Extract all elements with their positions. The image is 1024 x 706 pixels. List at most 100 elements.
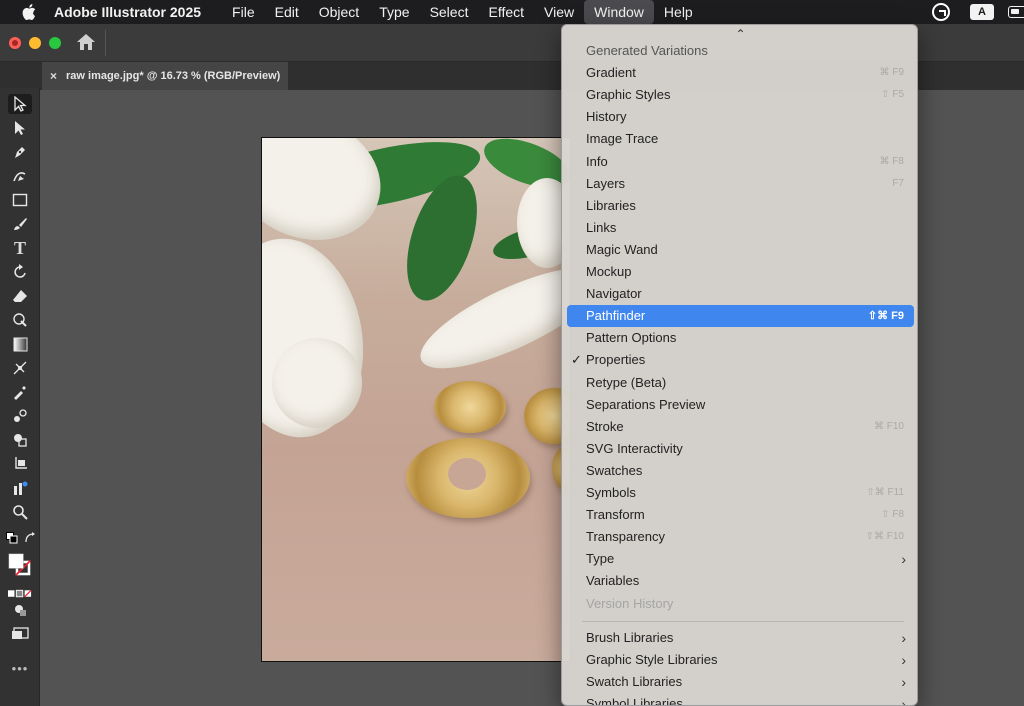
rotate-tool-icon[interactable] [8,262,32,282]
menu-item-label: Layers [586,175,626,191]
menu-item-separations-preview[interactable]: Separations Preview [567,394,914,416]
artboard-tool-icon[interactable] [8,454,32,474]
pen-tool-icon[interactable] [8,142,32,162]
more-tools-icon[interactable]: ••• [8,658,32,678]
chevron-right-icon: › [901,551,906,568]
close-tab-icon[interactable]: × [50,62,57,90]
menu-item-generated-variations[interactable]: Generated Variations [567,40,914,62]
menu-item-graphic-style-libraries[interactable]: Graphic Style Libraries › [567,649,914,671]
menu-item-mockup[interactable]: Mockup [567,261,914,283]
menu-item-magic-wand[interactable]: Magic Wand [567,239,914,261]
direct-selection-tool-icon[interactable] [8,118,32,138]
menu-item-layers[interactable]: Layers F7 [567,173,914,195]
menu-item-label: Brush Libraries [586,629,674,645]
artboard-image[interactable] [261,137,571,662]
menu-item-label: Generated Variations [586,43,708,58]
screen-mode-icon[interactable] [8,624,32,644]
menu-object[interactable]: Object [309,0,369,24]
menu-item-label: Variables [586,573,640,589]
eyedropper-tool-icon[interactable] [8,382,32,402]
menu-item-gradient[interactable]: Gradient ⌘ F9 [567,62,914,84]
keyboard-shortcut: ⌘ F10 [873,420,904,432]
checkmark-icon: ✓ [571,352,582,368]
earring-top [434,381,506,433]
input-source-icon[interactable]: A [970,4,994,20]
window-menu-dropdown: ⌃ Generated Variations Gradient ⌘ F9 Graphi… [561,24,918,706]
paintbrush-tool-icon[interactable] [8,214,32,234]
battery-icon[interactable] [1008,6,1024,18]
menu-item-label: Stroke [586,418,624,434]
mesh-tool-icon[interactable] [8,358,32,378]
menu-item-variables[interactable]: Variables [567,570,914,592]
menu-item-graphic-styles[interactable]: Graphic Styles ⇧ F5 [567,84,914,106]
menu-item-label: SVG Interactivity [586,440,683,456]
menu-select[interactable]: Select [420,0,479,24]
swap-fill-stroke-icon[interactable] [22,528,38,548]
menu-item-label: Retype (Beta) [586,374,667,390]
menu-effect[interactable]: Effect [478,0,534,24]
menu-item-label: Symbols [586,485,636,500]
selection-tool-icon[interactable] [8,94,32,114]
chart-tool-icon[interactable] [8,478,32,498]
fill-stroke-swatch[interactable] [8,550,32,580]
menu-item-transparency[interactable]: Transparency ⇧⌘ F10 [567,526,914,548]
menu-item-links[interactable]: Links [567,217,914,239]
menu-item-libraries[interactable]: Libraries [567,195,914,217]
menu-item-label: Info [586,153,608,169]
apple-icon[interactable] [20,4,38,20]
blend-tool-icon[interactable] [8,406,32,426]
zoom-tool-icon[interactable] [8,502,32,522]
menu-type[interactable]: Type [369,0,419,24]
menu-item-properties[interactable]: ✓ Properties [567,349,914,371]
close-window-button[interactable] [9,37,21,49]
rectangle-tool-icon[interactable] [8,190,32,210]
document-tab[interactable]: × raw image.jpg* @ 16.73 % (RGB/Preview) [42,62,288,90]
menu-item-info[interactable]: Info ⌘ F8 [567,151,914,173]
menu-item-brush-libraries[interactable]: Brush Libraries › [567,627,914,649]
draw-mode-icon[interactable] [8,600,32,620]
curvature-tool-icon[interactable] [8,166,32,186]
keyboard-shortcut: ⇧ F8 [881,509,904,521]
menu-item-swatches[interactable]: Swatches [567,460,914,482]
menu-item-label: Magic Wand [586,241,658,257]
menu-item-pattern-options[interactable]: Pattern Options [567,327,914,349]
menu-help[interactable]: Help [654,0,703,24]
petal-shape [272,338,362,428]
menu-view[interactable]: View [534,0,584,24]
menu-item-pathfinder[interactable]: Pathfinder ⇧⌘ F9 [567,305,914,328]
minimize-window-button[interactable] [29,37,41,49]
menu-item-swatch-libraries[interactable]: Swatch Libraries › [567,671,914,693]
menu-item-symbol-libraries[interactable]: Symbol Libraries › [567,693,914,705]
keyboard-shortcut: ⌘ F9 [879,67,904,79]
home-icon[interactable] [76,33,96,51]
keyboard-shortcut: ⇧⌘ F11 [866,487,904,498]
chevron-right-icon: › [901,651,906,668]
menu-item-label: Pattern Options [586,330,677,346]
zoom-window-button[interactable] [49,37,61,49]
menu-item-stroke[interactable]: Stroke ⌘ F10 [567,416,914,438]
menu-item-label: Transform [586,507,645,523]
menu-item-label: Navigator [586,286,642,302]
menu-item-navigator[interactable]: Navigator [567,283,914,305]
menu-item-transform[interactable]: Transform ⇧ F8 [567,504,914,526]
menu-edit[interactable]: Edit [265,0,309,24]
type-tool-icon[interactable]: T [8,238,32,258]
menu-item-symbols[interactable]: Symbols ⇧⌘ F11 [567,482,914,504]
menu-item-history[interactable]: History [567,106,914,128]
menu-window[interactable]: Window [584,0,654,24]
eraser-tool-icon[interactable] [8,286,32,306]
menu-item-svg-interactivity[interactable]: SVG Interactivity [567,438,914,460]
menu-item-image-trace[interactable]: Image Trace [567,128,914,150]
menu-file[interactable]: File [222,0,265,24]
document-tab-title: raw image.jpg* @ 16.73 % (RGB/Preview) [66,70,281,82]
menu-item-retype-beta[interactable]: Retype (Beta) [567,372,914,394]
menu-item-version-history: Version History [567,593,914,615]
gradient-tool-icon[interactable] [8,334,32,354]
puppet-warp-tool-icon[interactable] [8,310,32,330]
shape-builder-tool-icon[interactable] [8,430,32,450]
grammarly-icon[interactable] [932,3,950,21]
menu-item-type[interactable]: Type › [567,548,914,570]
default-fill-stroke-icon[interactable] [4,528,20,548]
app-name-menu[interactable]: Adobe Illustrator 2025 [54,4,201,20]
menu-item-label: Transparency [586,529,665,545]
